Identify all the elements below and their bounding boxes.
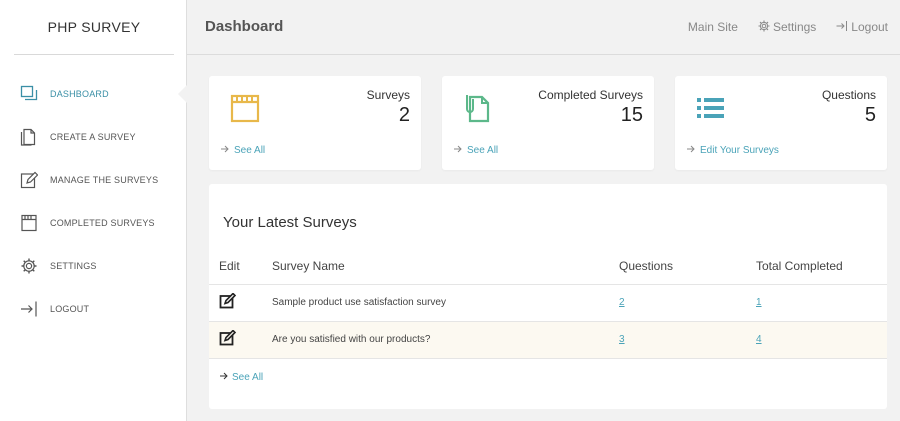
brand-logo[interactable]: PHP SURVEY (14, 0, 174, 55)
sidebar-item-manage-surveys[interactable]: MANAGE THE SURVEYS (0, 158, 187, 201)
card-value: 15 (620, 104, 643, 126)
arrow-right-icon (453, 144, 463, 157)
card-see-all-link[interactable]: See All (453, 144, 498, 157)
survey-name-cell: Are you satisfied with our products? (272, 321, 619, 359)
see-all-surveys-link[interactable]: See All (219, 371, 263, 384)
questions-count-link[interactable]: 3 (619, 334, 625, 345)
main-site-link[interactable]: Main Site (688, 20, 738, 34)
top-bar: Dashboard Main Site Settings Logout (187, 0, 900, 55)
arrow-right-icon (220, 144, 230, 157)
logout-link[interactable]: Logout (836, 20, 888, 35)
sidebar: PHP SURVEY DASHBOARD CREATE A SURVEY MAN… (0, 0, 188, 421)
sidebar-item-completed-surveys[interactable]: COMPLETED SURVEYS (0, 201, 187, 244)
card-see-all-link[interactable]: See All (220, 144, 265, 157)
card-surveys: Surveys 2 See All (209, 76, 421, 170)
see-all-label: See All (232, 372, 264, 383)
edit-icon[interactable] (219, 329, 237, 349)
table-row: Are you satisfied with our products? 3 4 (209, 321, 887, 359)
column-header-total-completed: Total Completed (756, 248, 887, 285)
card-link-label: Edit Your Surveys (700, 145, 779, 156)
card-edit-surveys-link[interactable]: Edit Your Surveys (686, 144, 779, 157)
settings-label: Settings (772, 20, 817, 34)
table-row: Sample product use satisfaction survey 2… (209, 284, 887, 322)
arrow-right-icon (686, 144, 696, 157)
settings-link[interactable]: Settings (758, 20, 816, 35)
sidebar-nav: DASHBOARD CREATE A SURVEY MANAGE THE SUR… (0, 72, 188, 330)
main-site-label: Main Site (687, 20, 738, 34)
completed-surveys-icon (20, 214, 38, 232)
card-completed-surveys: Completed Surveys 15 See All (442, 76, 654, 170)
sidebar-item-label: LOGOUT (50, 303, 90, 314)
card-link-label: See All (467, 145, 499, 156)
gear-icon (758, 20, 770, 35)
dashboard-icon (20, 85, 38, 103)
sidebar-item-logout[interactable]: LOGOUT (0, 287, 187, 330)
sidebar-item-label: MANAGE THE SURVEYS (50, 174, 159, 185)
sidebar-item-label: DASHBOARD (50, 88, 109, 99)
card-value: 2 (398, 104, 410, 126)
manage-surveys-icon (20, 171, 38, 189)
edit-icon[interactable] (219, 292, 237, 312)
survey-name-cell: Sample product use satisfaction survey (272, 284, 619, 322)
sidebar-item-label: SETTINGS (50, 260, 97, 271)
logout-label: Logout (851, 20, 888, 34)
card-link-label: See All (234, 145, 266, 156)
sidebar-item-dashboard[interactable]: DASHBOARD (0, 72, 188, 115)
column-header-edit: Edit (209, 248, 272, 285)
card-title: Questions (821, 88, 876, 102)
logout-icon (836, 20, 848, 35)
card-value: 5 (864, 104, 876, 126)
column-header-questions: Questions (619, 248, 756, 285)
sidebar-item-label: CREATE A SURVEY (50, 131, 136, 142)
create-survey-icon (20, 128, 38, 146)
logout-icon (20, 300, 38, 318)
document-clip-icon (462, 92, 494, 124)
top-links: Main Site Settings Logout (688, 0, 888, 54)
table-header-row: Edit Survey Name Questions Total Complet… (209, 248, 887, 285)
survey-window-icon (229, 92, 261, 124)
completed-count-link[interactable]: 4 (756, 334, 762, 345)
column-header-survey-name: Survey Name (272, 248, 619, 285)
sidebar-item-label: COMPLETED SURVEYS (50, 217, 155, 228)
list-icon (695, 92, 727, 124)
latest-surveys-table: Edit Survey Name Questions Total Complet… (209, 248, 887, 359)
gear-icon (20, 257, 38, 275)
sidebar-item-settings[interactable]: SETTINGS (0, 244, 187, 287)
card-title: Completed Surveys (538, 88, 643, 102)
panel-title: Your Latest Surveys (223, 214, 357, 231)
latest-surveys-panel: Your Latest Surveys Edit Survey Name Que… (209, 184, 887, 409)
card-questions: Questions 5 Edit Your Surveys (675, 76, 887, 170)
completed-count-link[interactable]: 1 (756, 297, 762, 308)
card-title: Surveys (366, 88, 410, 102)
arrow-right-icon (219, 371, 229, 384)
page-title: Dashboard (205, 18, 284, 35)
questions-count-link[interactable]: 2 (619, 297, 625, 308)
sidebar-item-create-survey[interactable]: CREATE A SURVEY (0, 115, 187, 158)
